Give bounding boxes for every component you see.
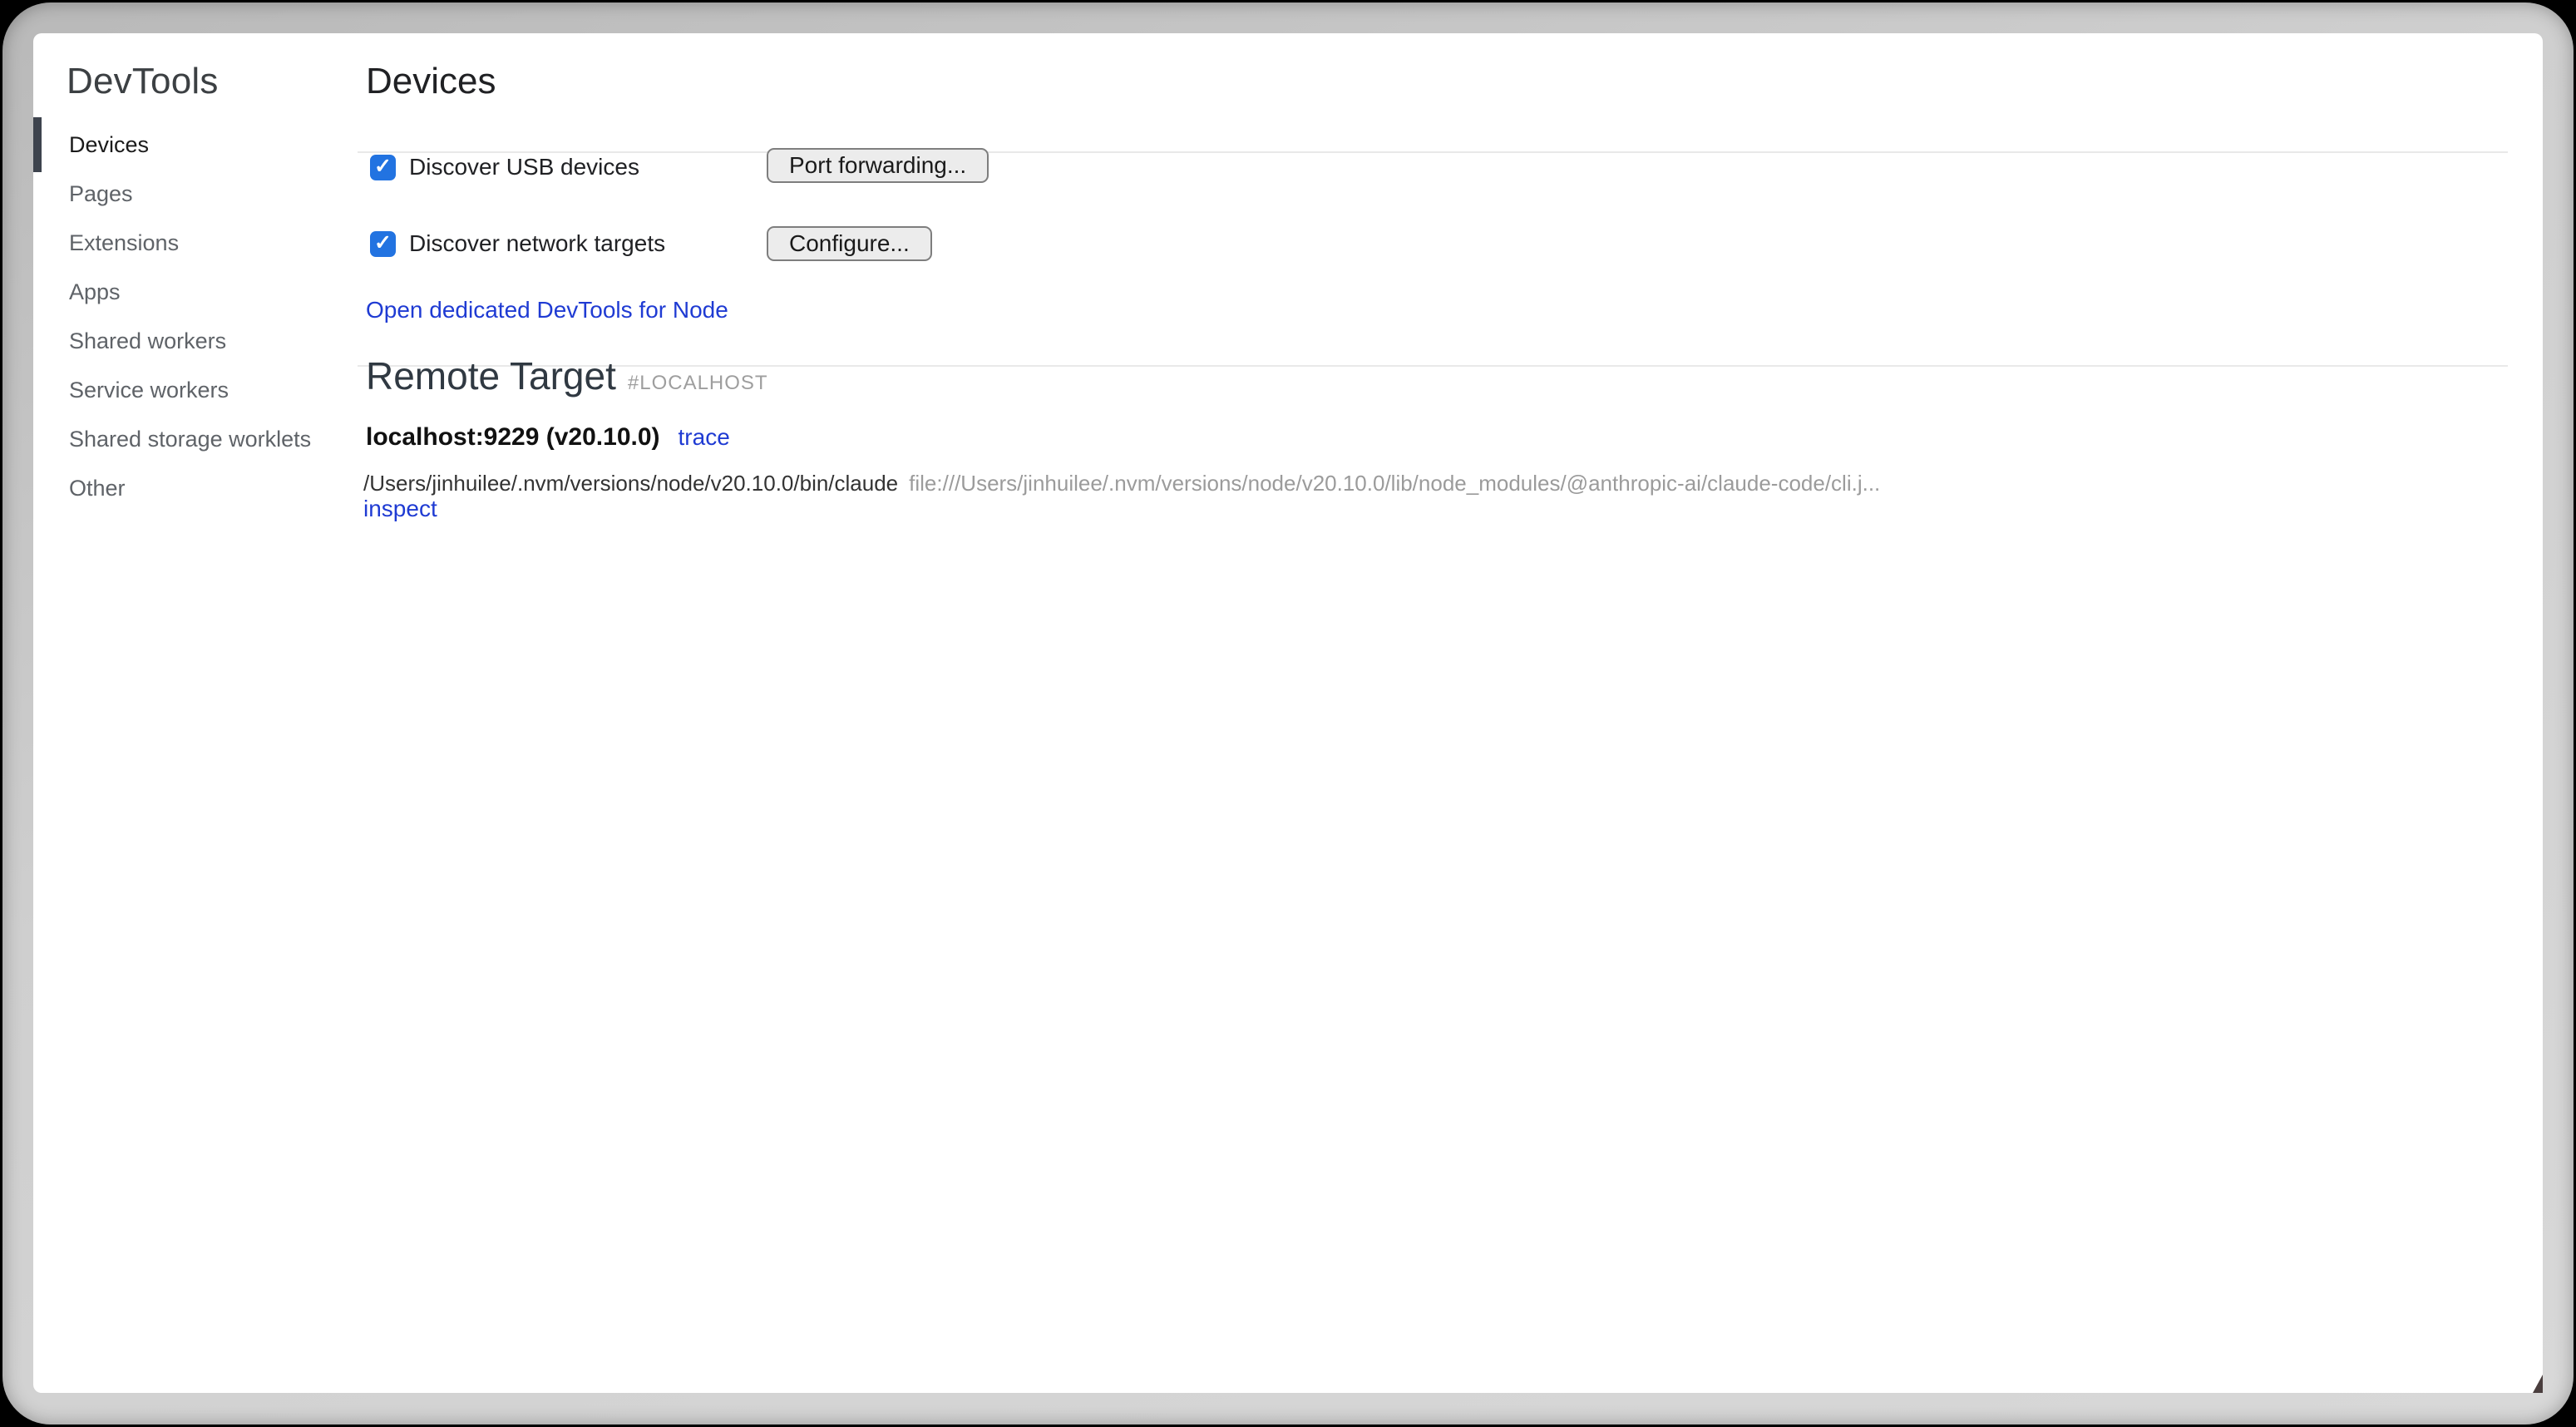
localhost-badge: #LOCALHOST [628,372,768,394]
open-node-devtools-link[interactable]: Open dedicated DevTools for Node [366,296,728,324]
process-path: /Users/jinhuilee/.nvm/versions/node/v20.… [363,471,898,496]
sidebar: DevTools Devices Pages Extensions Apps S… [33,33,366,1393]
remote-target-title: Remote Target [366,354,616,397]
discover-network-checkbox[interactable]: ✓ [370,231,396,257]
devtools-title: DevTools [67,57,219,106]
selected-indicator [33,117,42,172]
sidebar-item-service-workers[interactable]: Service workers [33,366,366,415]
check-icon: ✓ [374,233,392,254]
discover-usb-label: Discover USB devices [409,153,639,181]
divider [358,151,2508,153]
sidebar-item-label: Other [69,476,126,501]
sidebar-item-label: Shared storage worklets [69,427,311,452]
page-title: Devices [366,57,496,106]
sidebar-item-label: Apps [69,279,121,305]
sidebar-item-other[interactable]: Other [33,464,366,513]
sidebar-item-shared-workers[interactable]: Shared workers [33,317,366,366]
check-icon: ✓ [374,156,392,177]
configure-button[interactable]: Configure... [767,226,932,261]
inspect-link[interactable]: inspect [363,495,437,523]
sidebar-item-extensions[interactable]: Extensions [33,219,366,268]
sidebar-item-shared-storage-worklets[interactable]: Shared storage worklets [33,415,366,464]
target-row: localhost:9229 (v20.10.0) trace [366,422,730,452]
remote-target-heading: Remote Target #LOCALHOST [366,353,768,407]
discover-network-label: Discover network targets [409,230,665,258]
file-url: file:///Users/jinhuilee/.nvm/versions/no… [909,471,1880,496]
trace-link[interactable]: trace [679,422,730,452]
sidebar-item-pages[interactable]: Pages [33,170,366,219]
target-name: localhost:9229 (v20.10.0) [366,422,660,452]
sidebar-item-apps[interactable]: Apps [33,268,366,317]
discover-usb-checkbox[interactable]: ✓ [370,155,396,180]
target-description: /Users/jinhuilee/.nvm/versions/node/v20.… [363,469,2493,497]
port-forwarding-button[interactable]: Port forwarding... [767,148,989,183]
sidebar-item-label: Pages [69,181,133,207]
sidebar-item-devices[interactable]: Devices [33,121,366,170]
devtools-inspect-page: DevTools Devices Pages Extensions Apps S… [33,33,2543,1393]
resize-grip-icon[interactable] [2533,1375,2543,1393]
sidebar-item-label: Extensions [69,230,179,256]
sidebar-tabs: Devices Pages Extensions Apps Shared wor… [33,121,366,513]
sidebar-item-label: Devices [69,132,149,158]
sidebar-item-label: Shared workers [69,328,226,354]
main-panel: Devices ✓ Discover USB devices Port forw… [366,33,2543,1393]
sidebar-item-label: Service workers [69,378,229,403]
